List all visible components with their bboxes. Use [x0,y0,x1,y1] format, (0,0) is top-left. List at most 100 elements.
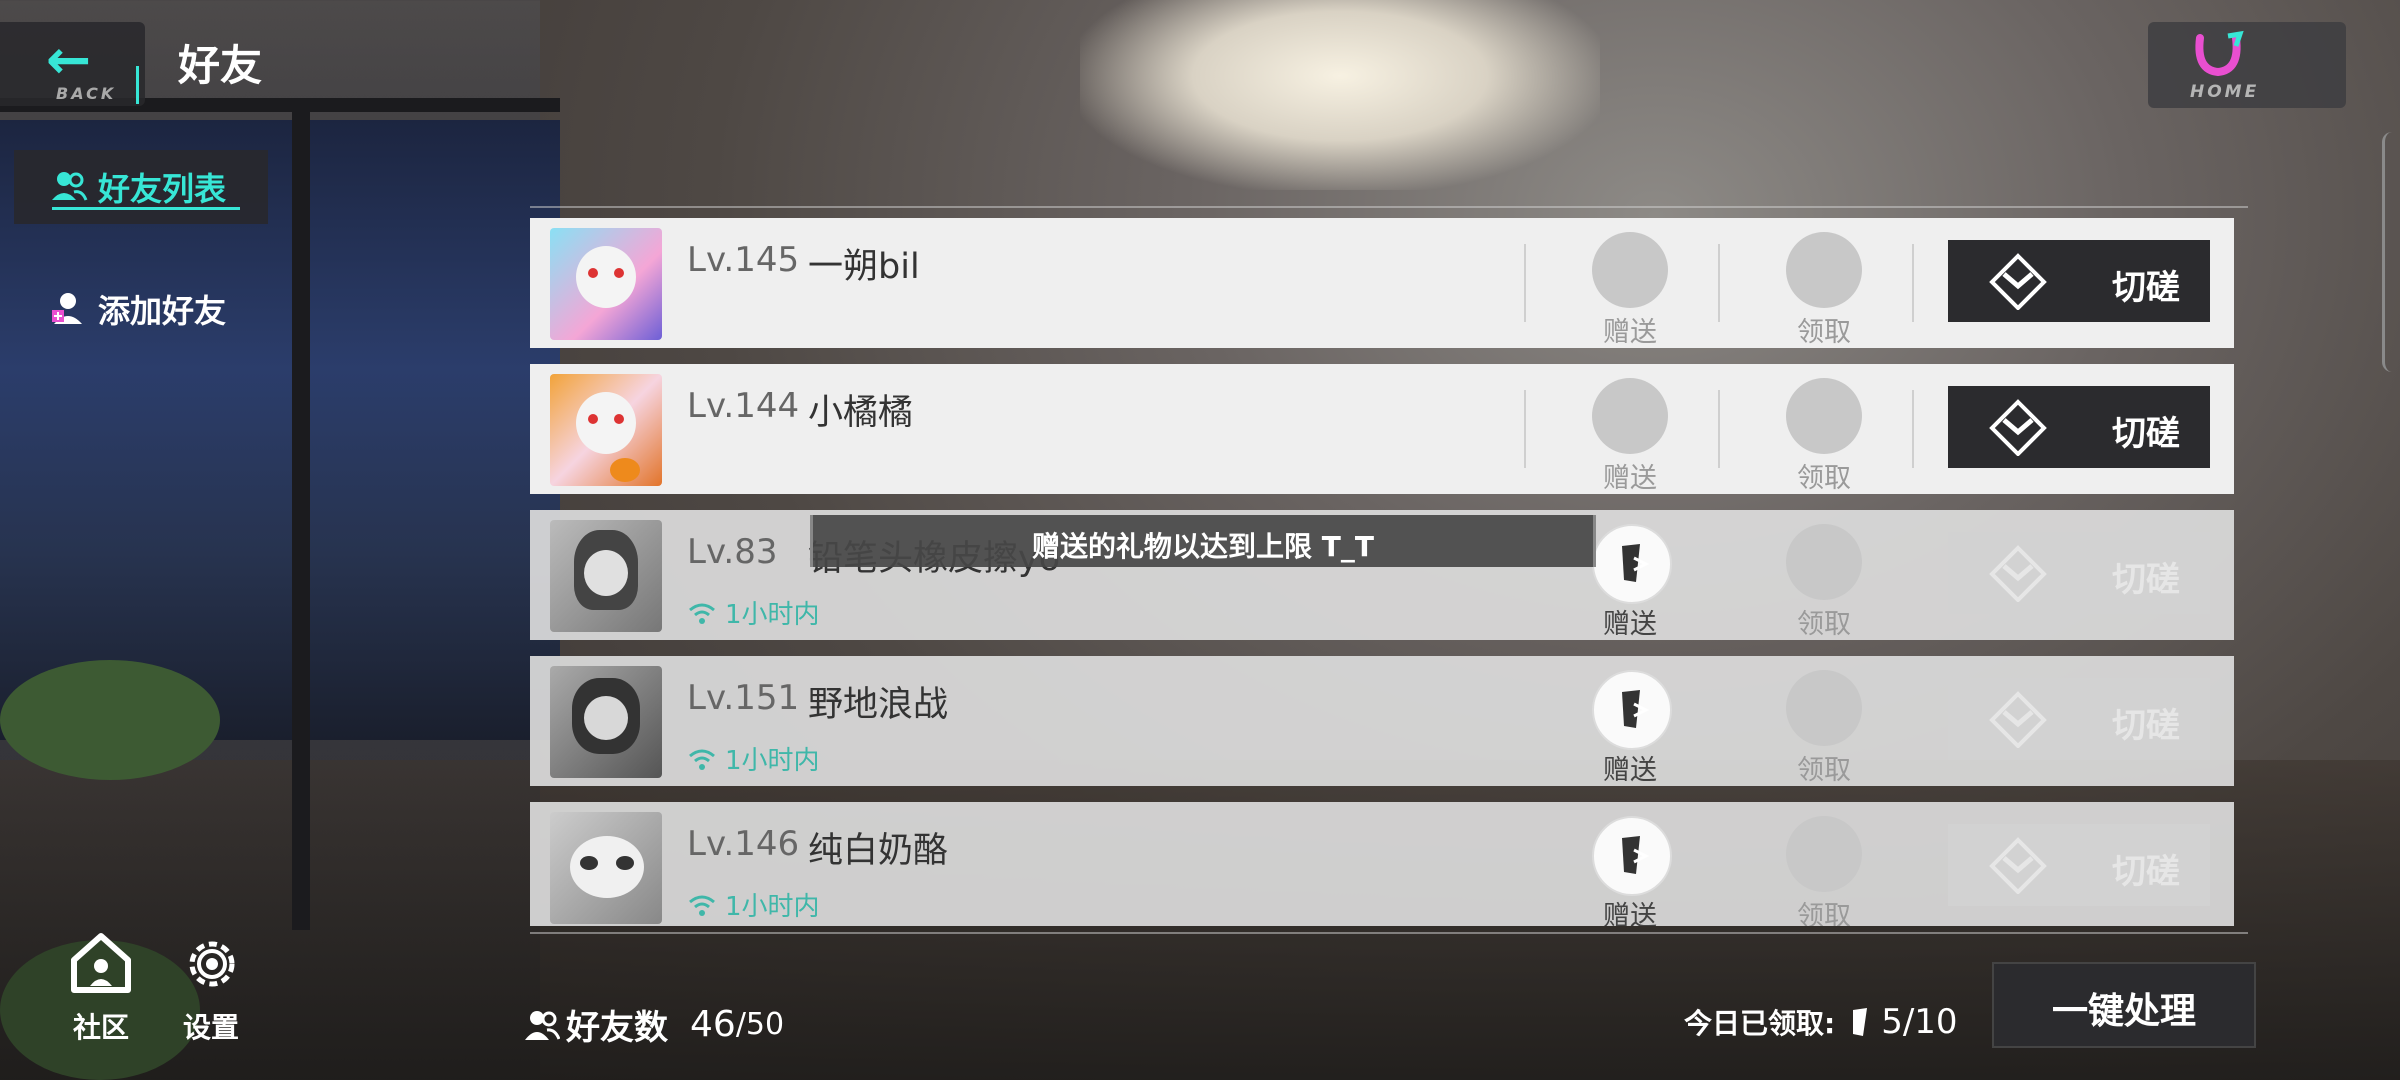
friend-count-max: /50 [735,1007,785,1042]
gift-icon [1592,232,1668,308]
gift-button[interactable]: 赠送 [1580,232,1680,348]
gift-label: 赠送 [1603,317,1657,348]
today-received-value: 5/10 [1881,1002,1958,1042]
home-button[interactable]: HOME [2148,22,2346,108]
home-logo-icon [2195,30,2244,77]
spar-icon [1989,253,2047,310]
spar-label: 切磋 [2112,706,2180,746]
friend-name: 小橘橘 [808,393,914,433]
receive-label: 领取 [1797,755,1851,786]
separator [1718,244,1720,322]
separator [1524,244,1526,322]
plant [0,660,220,780]
separator [1524,390,1526,468]
friend-row[interactable]: Lv.146 纯白奶酪 1小时内 赠送 领取 切磋 [530,802,2234,926]
receive-icon [1786,232,1862,308]
online-status: 1小时内 [687,740,820,777]
separator [1718,390,1720,468]
receive-label: 领取 [1797,901,1851,926]
status-text: 1小时内 [725,600,820,630]
receive-label: 领取 [1797,317,1851,348]
active-tab-underline [52,207,240,210]
back-label: BACK [56,84,117,103]
one-click-process-button[interactable]: 一键处理 [1992,962,2256,1048]
receive-button[interactable]: 领取 [1774,378,1874,494]
spar-button[interactable]: 切磋 [1948,532,2210,614]
spar-label: 切磋 [2112,560,2180,600]
spar-label: 切磋 [2112,414,2180,454]
list-divider [530,932,2248,934]
add-friend-icon [52,293,82,324]
gift-button[interactable]: 赠送 [1580,670,1680,786]
spar-icon [1989,691,2047,748]
spar-icon [1989,399,2047,456]
tab-friend-list[interactable]: 好友列表 [14,150,268,224]
spar-button[interactable]: 切磋 [1948,678,2210,760]
status-text: 1小时内 [725,892,820,922]
friend-level: Lv.83 [687,532,778,572]
avatar [550,666,662,778]
back-separator [136,66,139,104]
side-handle [2382,132,2400,372]
community-button[interactable]: 社区 [56,924,146,1044]
back-button[interactable]: ← BACK [0,22,145,106]
gift-token-icon [1853,1008,1868,1036]
receive-button[interactable]: 领取 [1774,816,1874,926]
spar-button[interactable]: 切磋 [1948,824,2210,906]
spar-label: 切磋 [2112,852,2180,892]
receive-icon [1786,378,1862,454]
list-divider [530,206,2248,208]
friend-name: 野地浪战 [808,685,949,725]
one-click-label: 一键处理 [2051,991,2196,1032]
separator [1912,244,1914,322]
gift-label: 赠送 [1603,901,1657,926]
gift-icon [1592,524,1672,604]
gift-label: 赠送 [1603,463,1657,494]
friend-count-value: 46 [690,1004,736,1045]
friend-list[interactable]: Lv.145 一朔bil 赠送 领取 切磋 Lv.144 小橘橘 赠送 领取 切… [530,218,2234,926]
receive-icon [1786,816,1862,892]
pole [292,110,310,930]
back-arrow-icon: ← [46,28,92,91]
gift-icon [1592,816,1672,896]
tab-label: 添加好友 [98,292,227,330]
gift-button[interactable]: 赠送 [1580,816,1680,926]
gift-icon [1592,378,1668,454]
gift-button[interactable]: 赠送 [1580,378,1680,494]
spar-label: 切磋 [2112,268,2180,308]
settings-button[interactable]: 设置 [166,924,256,1044]
page-title: 好友 [178,41,263,90]
community-label: 社区 [72,1011,129,1044]
wifi-icon [689,895,715,916]
spar-icon [1989,837,2047,894]
friend-level: Lv.146 [687,824,800,864]
friend-name: 纯白奶酪 [808,831,949,871]
friend-count: 好友数 46 /50 [524,1000,784,1049]
friend-level: Lv.151 [687,678,800,718]
receive-icon [1786,670,1862,746]
avatar [550,520,662,632]
separator [1912,390,1914,468]
friend-name: 一朔bil [808,247,920,287]
friend-level: Lv.144 [687,386,800,426]
friend-row[interactable]: Lv.145 一朔bil 赠送 领取 切磋 [530,218,2234,348]
spar-button[interactable]: 切磋 [1948,240,2210,322]
wifi-icon [689,603,715,624]
today-received-label: 今日已领取: [1684,1007,1836,1040]
tab-add-friend[interactable]: 添加好友 [14,272,268,346]
receive-label: 领取 [1797,463,1851,494]
receive-button[interactable]: 领取 [1774,524,1874,640]
spar-button[interactable]: 切磋 [1948,386,2210,468]
settings-label: 设置 [182,1011,239,1044]
receive-button[interactable]: 领取 [1774,670,1874,786]
gift-label: 赠送 [1603,755,1657,786]
spar-icon [1989,545,2047,602]
today-received: 今日已领取: 5/10 [1684,1002,1958,1042]
friend-row[interactable]: Lv.151 野地浪战 1小时内 赠送 领取 切磋 [530,656,2234,786]
avatar [550,228,662,340]
receive-button[interactable]: 领取 [1774,232,1874,348]
receive-label: 领取 [1797,609,1851,640]
gift-icon [1592,670,1672,750]
friend-row[interactable]: Lv.144 小橘橘 赠送 领取 切磋 [530,364,2234,494]
online-status: 1小时内 [687,594,820,631]
